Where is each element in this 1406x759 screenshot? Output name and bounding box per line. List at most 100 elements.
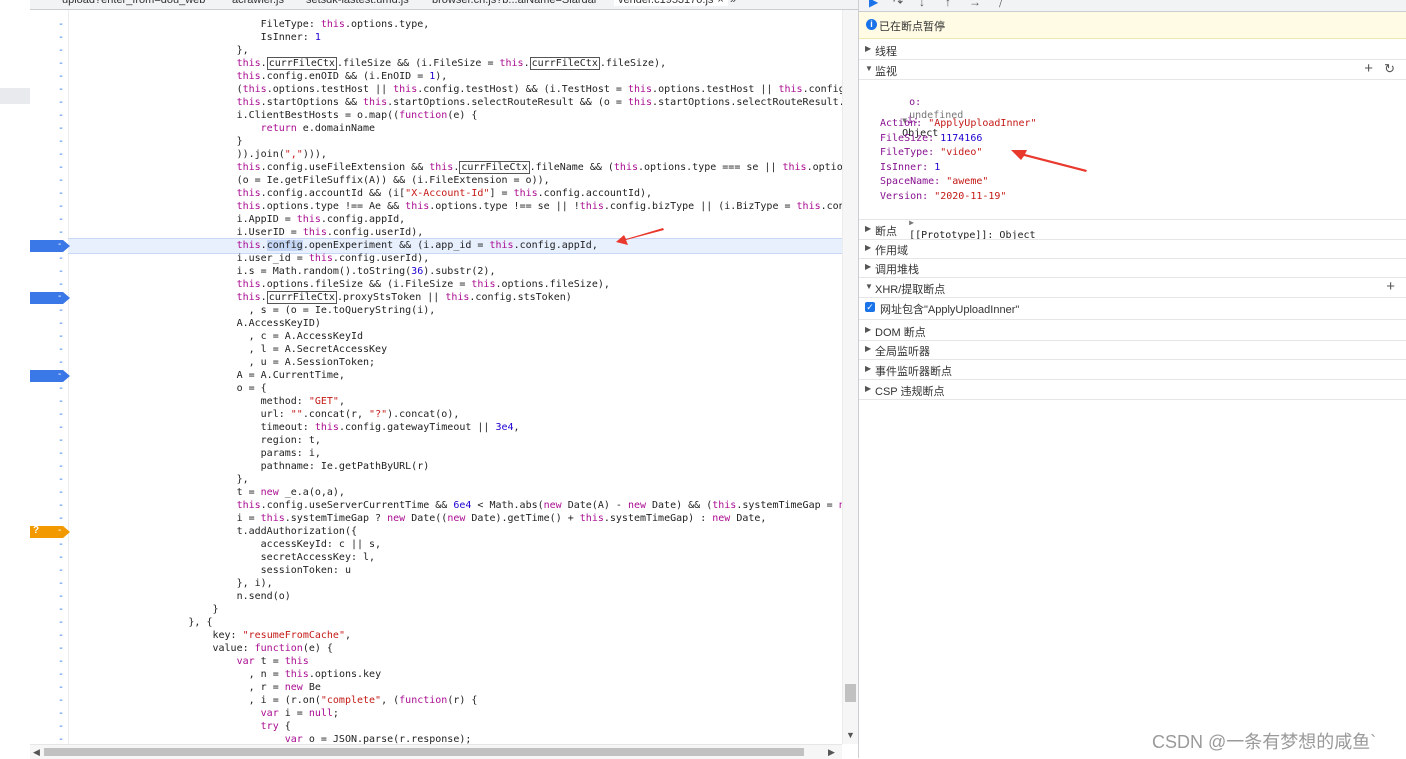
source-code-view[interactable]: FileType: this.options.type, IsInner: 1 … [68, 10, 842, 744]
watch-property-row[interactable]: IsInner: 1 [880, 161, 940, 174]
gutter-line-marker[interactable]: - [30, 304, 68, 317]
code-line[interactable]: } [68, 603, 218, 616]
section-csp-breakpoints[interactable]: ▶ CSP 违规断点 [859, 380, 1406, 400]
gutter-line-marker[interactable]: - [30, 408, 68, 421]
code-line[interactable]: timeout: this.config.gatewayTimeout || 3… [68, 421, 520, 434]
breakpoint-marker[interactable]: - [30, 370, 70, 382]
checkbox-checked-icon[interactable]: ✓ [865, 302, 875, 312]
code-line[interactable]: }, i), [68, 577, 273, 590]
step-out-icon[interactable]: ↑ [945, 0, 951, 9]
code-line[interactable]: value: function(e) { [68, 642, 332, 655]
code-line[interactable]: this.config.accountId && (i["X-Account-I… [68, 187, 652, 200]
step-icon[interactable]: → [969, 0, 981, 9]
section-dom-breakpoints[interactable]: ▶ DOM 断点 [859, 321, 1406, 341]
code-line[interactable]: this. currFileCtx .fileSize && (i.FileSize… [68, 57, 666, 70]
code-line[interactable]: , r = new Be [68, 681, 321, 694]
section-threads[interactable]: ▶ 线程 [859, 40, 1406, 60]
gutter-line-marker[interactable]: - [30, 681, 68, 694]
navigator-selected-row[interactable] [0, 88, 30, 104]
watch-property-row[interactable]: SpaceName: "aweme" [880, 175, 988, 188]
code-line[interactable]: IsInner: 1 [68, 31, 321, 44]
code-line[interactable]: secretAccessKey: l, [68, 551, 375, 564]
gutter-line-marker[interactable]: - [30, 330, 68, 343]
code-line[interactable]: this.config.enOID && (i.EnOID = 1), [68, 70, 448, 83]
code-vertical-scrollbar[interactable]: ▼ [842, 10, 858, 744]
gutter-line-marker[interactable]: - [30, 135, 68, 148]
code-line[interactable]: (o = Ie.getFileSuffix(A)) && (i.FileExte… [68, 174, 550, 187]
code-line[interactable]: this.config.useFileExtension && this. cur… [68, 161, 842, 174]
code-line[interactable]: accessKeyId: c || s, [68, 538, 381, 551]
code-line[interactable]: )).join(","))), [68, 148, 327, 161]
gutter-line-marker[interactable]: - [30, 642, 68, 655]
code-line[interactable]: region: t, [68, 434, 321, 447]
gutter-line-marker[interactable]: - [30, 694, 68, 707]
section-call-stack[interactable]: ▶ 调用堆栈 [859, 258, 1406, 278]
code-line[interactable]: A.AccessKeyID) [68, 317, 321, 330]
code-line[interactable]: i = this.systemTimeGap ? new Date((new D… [68, 512, 767, 525]
watch-property-row[interactable]: Action: "ApplyUploadInner" [880, 117, 1037, 130]
code-line[interactable]: , c = A.AccessKeyId [68, 330, 363, 343]
close-tab-icon[interactable]: × [717, 0, 723, 6]
step-over-icon[interactable]: ↷ [893, 0, 903, 9]
code-line[interactable]: var i = null; [68, 707, 339, 720]
editor-tab-2[interactable]: setsdk-lastest.umd.js [306, 0, 409, 6]
code-line[interactable]: pathname: Ie.getPathByURL(r) [68, 460, 430, 473]
gutter-line-marker[interactable]: - [30, 317, 68, 330]
gutter-line-marker[interactable]: - [30, 499, 68, 512]
code-line[interactable]: params: i, [68, 447, 321, 460]
gutter-line-marker[interactable]: - [30, 70, 68, 83]
resume-icon[interactable]: ▶ [869, 0, 878, 9]
gutter-line-marker[interactable]: - [30, 96, 68, 109]
gutter-line-marker[interactable]: - [30, 57, 68, 70]
gutter-line-marker[interactable]: - [30, 213, 68, 226]
gutter-line-marker[interactable]: - [30, 564, 68, 577]
code-line[interactable]: try { [68, 720, 291, 733]
gutter-line-marker[interactable]: - [30, 707, 68, 720]
code-line[interactable]: var t = this [68, 655, 309, 668]
code-line[interactable]: } [68, 135, 243, 148]
deactivate-breakpoints-icon[interactable]: ⧸ [999, 0, 1003, 10]
scroll-right-arrow-icon[interactable]: ▶ [828, 747, 835, 758]
breakpoint-marker[interactable]: - [30, 292, 70, 304]
code-line[interactable]: FileType: this.options.type, [68, 18, 430, 31]
code-line[interactable]: (this.options.testHost || this.config.te… [68, 83, 842, 96]
horizontal-scroll-thumb[interactable] [44, 748, 804, 756]
gutter-line-marker[interactable]: - [30, 187, 68, 200]
gutter-line-marker[interactable]: - [30, 603, 68, 616]
refresh-watch-icon[interactable]: ↻ [1384, 61, 1395, 77]
section-xhr-breakpoints[interactable]: ▼ XHR/提取断点 + [859, 278, 1406, 298]
editor-tab-0[interactable]: upload?enter_from=dou_web [62, 0, 205, 6]
gutter-line-marker[interactable]: - [30, 616, 68, 629]
code-line[interactable]: t = new _e.a(o,a), [68, 486, 345, 499]
code-line[interactable]: n.send(o) [68, 590, 291, 603]
gutter-line-marker[interactable]: - [30, 512, 68, 525]
code-line[interactable]: this.config.openExperiment && (i.app_id … [68, 239, 598, 252]
editor-tab-3[interactable]: browser.cn.js?b...aiName=Slardar [432, 0, 597, 6]
code-line[interactable]: i.ClientBestHosts = o.map((function(e) { [68, 109, 478, 122]
gutter-line-marker[interactable]: - [30, 590, 68, 603]
editor-tab-4[interactable]: vender.c1953170.js × [614, 0, 728, 6]
conditional-breakpoint-marker[interactable]: ? - [30, 526, 70, 538]
gutter-line-marker[interactable]: - [30, 226, 68, 239]
code-line[interactable]: this.options.fileSize && (i.FileSize = t… [68, 278, 610, 291]
gutter-line-marker[interactable]: - [30, 109, 68, 122]
gutter-line-marker[interactable]: - [30, 122, 68, 135]
code-line[interactable]: }, [68, 44, 249, 57]
gutter-line-marker[interactable]: - [30, 733, 68, 746]
code-line[interactable]: , s = (o = Ie.toQueryString(i), [68, 304, 436, 317]
gutter-line-marker[interactable]: - [30, 447, 68, 460]
code-line[interactable]: this.config.useServerCurrentTime && 6e4 … [68, 499, 842, 512]
gutter-line-marker[interactable]: - [30, 434, 68, 447]
gutter-line-marker[interactable]: - [30, 720, 68, 733]
watch-property-row[interactable]: FileSize: 1174166 [880, 132, 982, 145]
gutter-line-marker[interactable]: - [30, 278, 68, 291]
watch-property-row[interactable]: Version: "2020-11-19" [880, 190, 1006, 203]
code-line[interactable]: t.addAuthorization({ [68, 525, 357, 538]
gutter-line-marker[interactable]: - [30, 200, 68, 213]
gutter-line-marker[interactable]: - [30, 473, 68, 486]
code-line[interactable]: key: "resumeFromCache", [68, 629, 351, 642]
gutter-line-marker[interactable]: - [30, 174, 68, 187]
editor-tab-1[interactable]: acrawler.js [232, 0, 284, 6]
add-xhr-breakpoint-icon[interactable]: + [1386, 278, 1395, 295]
code-line[interactable]: A = A.CurrentTime, [68, 369, 345, 382]
